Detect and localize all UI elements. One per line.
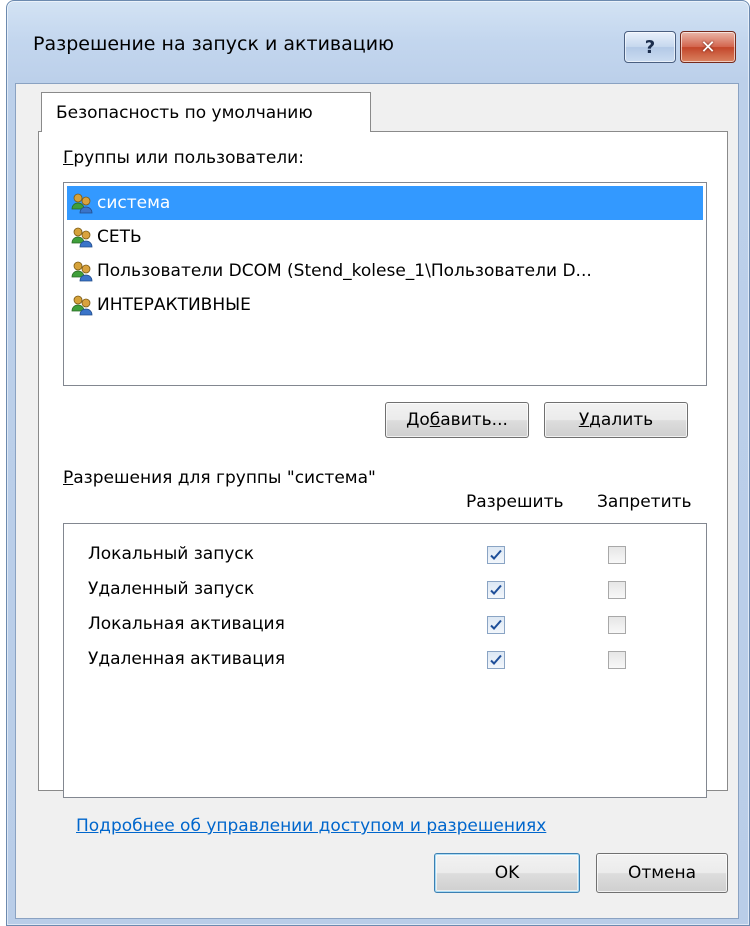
cancel-button[interactable]: Отмена	[596, 853, 728, 893]
window-title: Разрешение на запуск и активацию	[33, 33, 395, 55]
access-control-help-link[interactable]: Подробнее об управлении доступом и разре…	[76, 816, 546, 836]
permission-label: Удаленная активация	[88, 649, 286, 669]
add-button[interactable]: До б авить...	[385, 402, 529, 438]
allow-checkbox[interactable]	[487, 616, 505, 634]
users-icon	[71, 294, 93, 316]
users-listbox[interactable]: система СЕТЬ Пользователи DCOM (Stend_kole…	[63, 182, 707, 386]
allow-column-header: Разрешить	[466, 492, 564, 512]
list-item[interactable]: ИНТЕРАКТИВНЫЕ	[67, 288, 703, 322]
users-icon	[71, 192, 93, 214]
permissions-list: Локальный запуск Удаленный запуск Локальна…	[63, 523, 707, 798]
remove-button[interactable]: Удалить	[544, 402, 688, 438]
deny-checkbox[interactable]	[608, 651, 626, 669]
dialog-body: Безопасность по умолчанию Группы или пол…	[15, 83, 739, 919]
question-mark-icon: ?	[644, 36, 656, 58]
deny-column-header: Запретить	[597, 492, 692, 512]
list-item-label: Пользователи DCOM (Stend_kolese_1\Пользо…	[97, 261, 592, 281]
deny-checkbox[interactable]	[608, 546, 626, 564]
allow-checkbox[interactable]	[487, 546, 505, 564]
tab-label: Безопасность по умолчанию	[56, 102, 313, 123]
list-item-label: ИНТЕРАКТИВНЫЕ	[97, 295, 251, 315]
tab-default-security[interactable]: Безопасность по умолчанию	[41, 92, 371, 132]
close-button[interactable]: ✕	[680, 31, 736, 63]
deny-checkbox[interactable]	[608, 581, 626, 599]
permission-label: Локальный запуск	[88, 544, 254, 564]
allow-checkbox[interactable]	[487, 651, 505, 669]
permission-row: Локальный запуск	[64, 538, 706, 572]
dialog-window: Разрешение на запуск и активацию ? ✕ Без…	[6, 0, 750, 926]
list-item-label: система	[97, 193, 171, 213]
title-bar[interactable]: Разрешение на запуск и активацию ? ✕	[7, 1, 749, 83]
permission-row: Локальная активация	[64, 608, 706, 642]
permission-label: Удаленный запуск	[88, 579, 255, 599]
allow-checkbox[interactable]	[487, 581, 505, 599]
list-item[interactable]: система	[67, 186, 703, 220]
deny-checkbox[interactable]	[608, 616, 626, 634]
permission-row: Удаленный запуск	[64, 573, 706, 607]
ok-button[interactable]: OK	[434, 853, 580, 893]
list-item[interactable]: Пользователи DCOM (Stend_kolese_1\Пользо…	[67, 254, 703, 288]
list-item[interactable]: СЕТЬ	[67, 220, 703, 254]
permission-label: Локальная активация	[88, 614, 285, 634]
tab-panel: Группы или пользователи: система СЕТЬ Поль…	[38, 131, 728, 836]
help-button[interactable]: ?	[624, 31, 676, 63]
permissions-label: Разрешения для группы "система"	[63, 468, 376, 488]
users-icon	[71, 226, 93, 248]
close-icon: ✕	[700, 36, 716, 58]
list-item-label: СЕТЬ	[97, 227, 142, 247]
permission-row: Удаленная активация	[64, 643, 706, 677]
groups-label: Группы или пользователи:	[63, 148, 304, 168]
users-icon	[71, 260, 93, 282]
